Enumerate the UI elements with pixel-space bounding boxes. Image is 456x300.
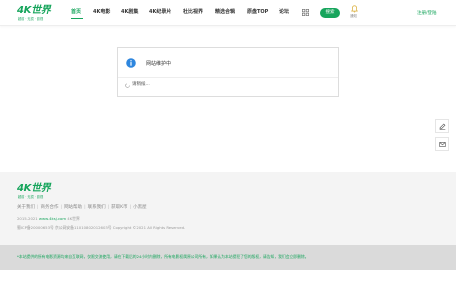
site-footer: 4K世界 超前 · 无损 · 影视 关于我们 | 商务合作 | 网站帮助 | 联系我们 | 获取… [0, 172, 456, 245]
login-register-link[interactable]: 注册/登陆 [417, 11, 437, 17]
footer-link-contact[interactable]: 联系我们 [88, 205, 106, 210]
nav-item-home[interactable]: 首页 [71, 9, 81, 16]
footer-link-blacklist[interactable]: 小黑屋 [133, 205, 147, 210]
nav-item-4k-series[interactable]: 4K剧集 [121, 9, 138, 16]
search-button[interactable]: 搜索 [320, 7, 340, 18]
copyright-years: 2015-2021 [17, 216, 38, 221]
nav-item-forum[interactable]: 论坛 [279, 9, 289, 16]
mail-float-button[interactable] [435, 137, 449, 151]
footer-copyright: 2015-2021 www.4ksj.com 4K世界 [17, 216, 80, 221]
footer-logo-sub: 超前 · 无损 · 影视 [18, 194, 44, 199]
footer-link-get-kcoin[interactable]: 获取K币 [111, 205, 127, 210]
footer-links: 关于我们 | 商务合作 | 网站帮助 | 联系我们 | 获取K币 | 小黑屋 [17, 205, 147, 211]
logo-sub-text: 超前 · 无损 · 影视 [18, 16, 44, 21]
bell-icon[interactable] [351, 5, 358, 13]
copyright-site-name: 4K世界 [67, 216, 80, 221]
footer-link-about[interactable]: 关于我们 [17, 205, 35, 210]
logo-main-text: 4K世界 [17, 5, 51, 16]
footer-separator: | [129, 205, 132, 210]
footer-separator: | [37, 205, 39, 210]
top-header: 4K世界 超前 · 无损 · 影视 首页 4K电影 4K剧集 4K纪录片 杜比视… [0, 0, 456, 26]
grid-icon[interactable] [302, 9, 309, 16]
disclaimer-bar: *本站提供的所有电影资源均来自互联网，仅限交流使用，请在下载后的24小时内删除，… [0, 245, 456, 270]
footer-link-help[interactable]: 网站帮助 [64, 205, 82, 210]
edit-icon [439, 123, 446, 130]
edit-float-button[interactable] [435, 119, 449, 133]
maintenance-title: 网站维护中 [146, 61, 172, 67]
nav-item-4k-movies[interactable]: 4K电影 [93, 9, 110, 16]
card-header: 网站维护中 [118, 48, 338, 78]
footer-separator: | [84, 205, 86, 210]
footer-separator: | [107, 205, 110, 210]
mail-icon [439, 142, 446, 147]
copyright-site-link[interactable]: www.4ksj.com [39, 216, 66, 221]
loading-text: 请稍候... [132, 82, 150, 87]
site-logo[interactable]: 4K世界 超前 · 无损 · 影视 [17, 6, 59, 21]
info-icon [126, 58, 136, 68]
nav-item-collections[interactable]: 精选合辑 [215, 9, 235, 16]
footer-link-business[interactable]: 商务合作 [41, 205, 59, 210]
footer-separator: | [60, 205, 63, 210]
maintenance-card: 网站维护中 请稍候... [117, 47, 339, 97]
nav-item-4k-documentary[interactable]: 4K纪录片 [149, 9, 171, 16]
notification-label: 通知 [350, 14, 357, 18]
nav-item-original-top[interactable]: 原盘TOP [247, 9, 268, 16]
nav-item-dolby-vision[interactable]: 杜比视界 [183, 9, 203, 16]
footer-logo-main: 4K世界 [17, 183, 51, 194]
disclaimer-text: *本站提供的所有电影资源均来自互联网，仅限交流使用，请在下载后的24小时内删除，… [17, 254, 309, 259]
footer-logo[interactable]: 4K世界 超前 · 无损 · 影视 [17, 184, 59, 199]
loading-spinner-icon [125, 82, 130, 88]
footer-icp[interactable]: 蜀ICP备20000653号 京公网安备11010802012603号 Copy… [17, 225, 185, 230]
nav-active-indicator [71, 17, 83, 19]
